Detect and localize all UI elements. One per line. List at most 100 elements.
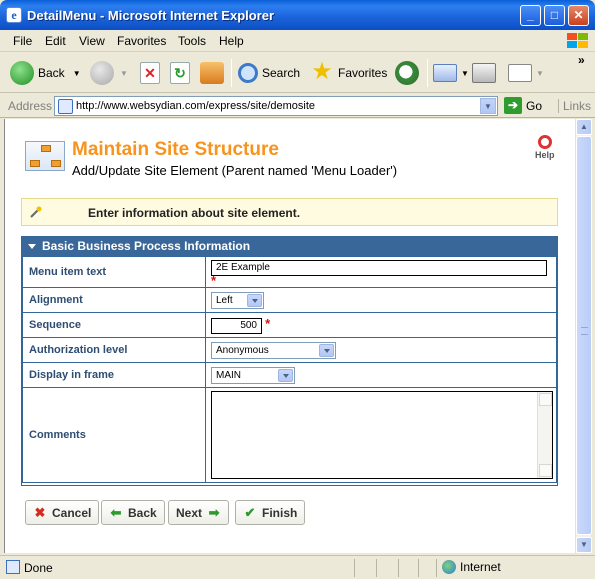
address-dropdown-icon[interactable]: ▼ [480, 98, 496, 114]
scroll-down-icon[interactable]: ▼ [576, 537, 592, 553]
alignment-value: Left [216, 294, 233, 306]
form-table: Menu item text 2E Example * Alignment Le… [22, 256, 557, 483]
page-icon [58, 99, 73, 114]
home-button[interactable] [200, 59, 228, 87]
comments-label: Comments [22, 387, 206, 483]
zone-label: Internet [460, 560, 501, 574]
menu-item-text-label: Menu item text [22, 256, 206, 288]
mail-button[interactable]: ▼ [433, 59, 469, 87]
back-button[interactable]: Back ▼ [10, 59, 81, 87]
chevron-down-icon: ▼ [461, 68, 469, 78]
display-in-frame-value: MAIN [216, 369, 241, 381]
arrow-right-icon: ➡ [208, 504, 220, 520]
print-button[interactable] [472, 59, 500, 87]
required-marker: * [211, 273, 217, 288]
collapse-triangle-icon [28, 244, 36, 249]
lifebuoy-icon [537, 135, 552, 149]
close-button[interactable]: ✕ [568, 5, 589, 26]
authorization-level-value: Anonymous [216, 344, 269, 356]
menu-edit[interactable]: Edit [45, 34, 66, 48]
finish-button[interactable]: ✔ Finish [235, 500, 306, 525]
comments-textarea[interactable] [211, 391, 553, 479]
menu-view[interactable]: View [79, 34, 105, 48]
menu-tools[interactable]: Tools [178, 34, 206, 48]
edit-button[interactable]: ▼ [508, 59, 544, 87]
mail-icon [433, 64, 457, 82]
history-button[interactable] [395, 59, 423, 87]
scroll-thumb[interactable] [576, 136, 592, 535]
stop-icon: ✕ [140, 62, 160, 84]
back-page-label: Back [128, 505, 157, 520]
chevron-down-icon: ▼ [536, 68, 544, 78]
scroll-up-icon[interactable] [539, 393, 552, 406]
menu-help[interactable]: Help [219, 34, 244, 48]
menu-file[interactable]: File [13, 34, 32, 48]
cancel-button[interactable]: ✖ Cancel [25, 500, 100, 525]
help-link[interactable]: Help [535, 135, 555, 160]
arrow-left-icon: ⬅ [110, 504, 122, 520]
menu-favorites[interactable]: Favorites [117, 34, 166, 48]
sequence-input[interactable]: 500 [211, 318, 262, 334]
stop-button[interactable]: ✕ [140, 59, 164, 87]
window-title: DetailMenu - Microsoft Internet Explorer [27, 8, 275, 23]
display-in-frame-select[interactable]: MAIN [211, 366, 295, 384]
address-label: Address [8, 99, 53, 113]
minimize-button[interactable]: _ [520, 5, 541, 26]
windows-logo-icon [563, 32, 589, 50]
info-banner: Enter information about site element. [21, 198, 558, 226]
home-icon [200, 62, 224, 84]
site-structure-icon [25, 141, 65, 171]
forward-arrow-icon [90, 61, 114, 85]
refresh-button[interactable]: ↻ [170, 59, 194, 87]
info-text: Enter information about site element. [88, 206, 301, 220]
chevron-down-icon [278, 368, 293, 382]
chevron-down-icon: ▼ [72, 68, 81, 78]
security-zone: Internet [442, 560, 501, 574]
search-button[interactable]: Search [238, 59, 300, 87]
go-label: Go [526, 98, 543, 113]
authorization-level-select[interactable]: Anonymous [211, 341, 336, 359]
refresh-icon: ↻ [170, 62, 190, 84]
menu-bar: File Edit View Favorites Tools Help [0, 30, 595, 52]
authorization-level-label: Authorization level [22, 337, 206, 363]
row-display-in-frame: Display in frame MAIN [22, 362, 557, 388]
chevron-down-icon: ▼ [120, 68, 128, 78]
help-label: Help [535, 150, 555, 160]
favorites-button[interactable]: ★ Favorites [310, 59, 387, 87]
status-bar: Done Internet [0, 555, 595, 579]
address-url: http://www.websydian.com/express/site/de… [76, 100, 316, 112]
back-arrow-icon [10, 61, 34, 85]
go-button[interactable]: ➔ Go [504, 97, 542, 114]
scroll-down-icon[interactable] [539, 464, 552, 477]
forward-button[interactable]: ▼ [90, 59, 128, 87]
row-sequence: Sequence 500 * [22, 312, 557, 338]
row-authorization-level: Authorization level Anonymous [22, 337, 557, 363]
back-page-button[interactable]: ⬅ Back [101, 500, 165, 525]
chevron-down-icon [319, 343, 334, 357]
scroll-up-icon[interactable]: ▲ [576, 119, 592, 135]
address-bar: Address http://www.websydian.com/express… [0, 94, 595, 118]
page-scrollbar[interactable]: ▲ ▼ [575, 119, 592, 553]
maximize-button[interactable]: □ [544, 5, 565, 26]
next-button[interactable]: Next ➡ [168, 500, 230, 525]
textarea-scrollbar[interactable] [537, 392, 552, 478]
toolbar-overflow-icon[interactable]: » [578, 53, 585, 67]
chevron-down-icon [247, 293, 262, 307]
checkmark-icon: ✔ [244, 504, 256, 520]
menu-item-text-input[interactable]: 2E Example [211, 260, 547, 276]
status-text: Done [24, 561, 53, 575]
alignment-select[interactable]: Left [211, 291, 264, 309]
address-input[interactable]: http://www.websydian.com/express/site/de… [54, 96, 498, 116]
alignment-label: Alignment [22, 287, 206, 313]
sequence-label: Sequence [22, 312, 206, 338]
finish-label: Finish [262, 505, 298, 520]
page-subtitle: Add/Update Site Element (Parent named 'M… [72, 163, 398, 178]
links-button[interactable]: Links [558, 99, 591, 113]
next-label: Next [176, 505, 203, 520]
section-title: Basic Business Process Information [42, 239, 251, 253]
section-header[interactable]: Basic Business Process Information [22, 237, 557, 256]
page-title: Maintain Site Structure [72, 139, 279, 160]
title-bar: e DetailMenu - Microsoft Internet Explor… [0, 0, 595, 30]
back-label: Back [38, 66, 65, 80]
required-marker: * [265, 316, 271, 331]
